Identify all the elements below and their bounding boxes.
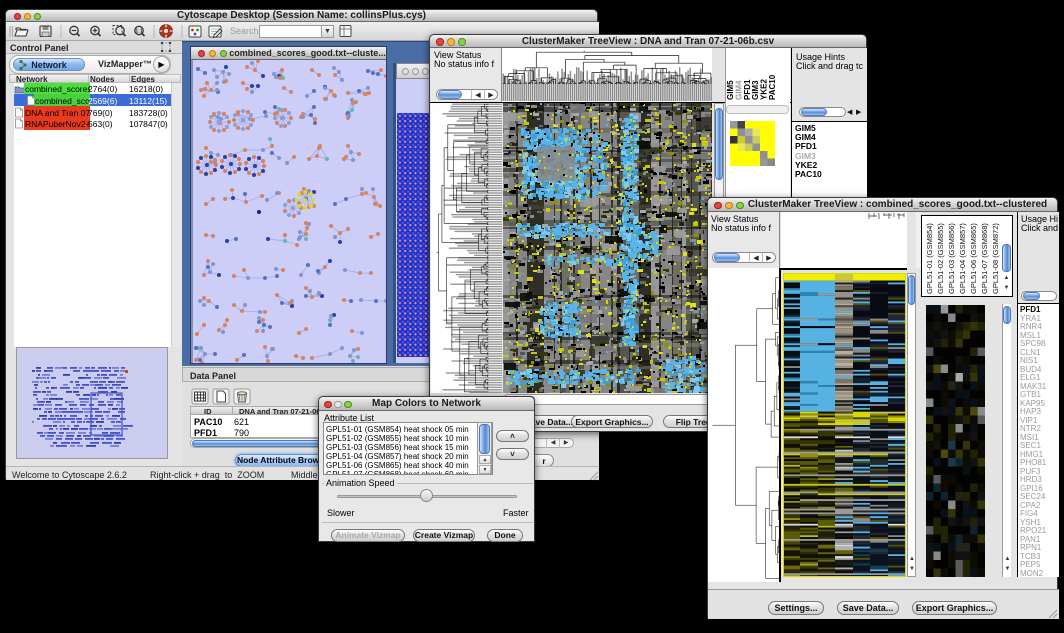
svg-text:1:1: 1:1 xyxy=(135,29,142,35)
svg-text:PAC10: PAC10 xyxy=(768,74,777,100)
svg-text:Search:: Search: xyxy=(230,26,261,36)
